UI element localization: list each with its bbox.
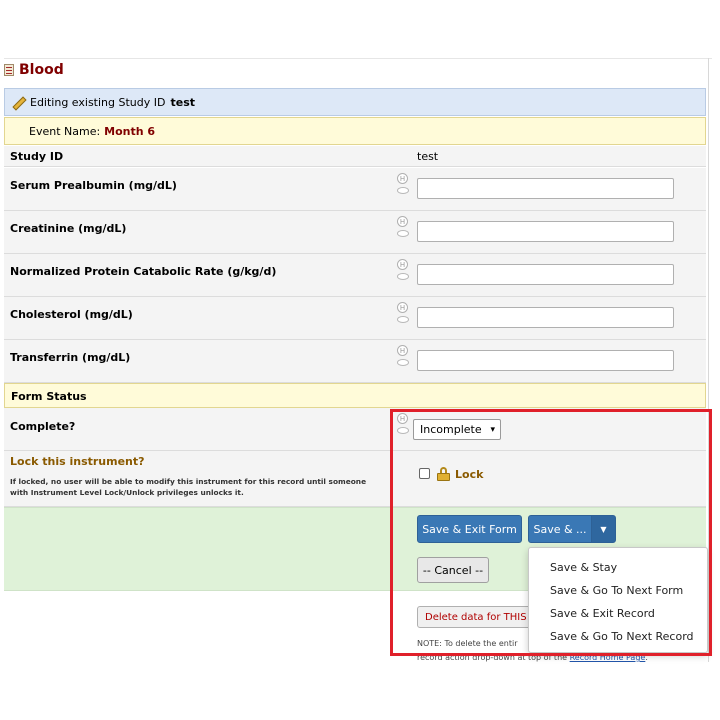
history-icon[interactable]: H xyxy=(397,216,408,227)
lock-description: If locked, no user will be able to modif… xyxy=(10,477,367,497)
menu-item-save-stay[interactable]: Save & Stay xyxy=(529,556,707,579)
form-status-section: Form Status xyxy=(4,383,706,408)
field-row-npcr: Normalized Protein Catabolic Rate (g/kg/… xyxy=(4,254,706,297)
field-row-serum-prealbumin: Serum Prealbumin (mg/dL) H xyxy=(4,168,706,211)
instrument-title: Blood xyxy=(19,62,64,78)
history-icon[interactable]: H xyxy=(397,259,408,270)
chevron-down-icon: ▾ xyxy=(490,425,495,435)
cancel-button[interactable]: -- Cancel -- xyxy=(417,557,489,583)
caret-down-icon: ▼ xyxy=(600,524,607,534)
save-exit-form-button[interactable]: Save & Exit Form xyxy=(417,515,522,543)
field-row-transferrin: Transferrin (mg/dL) H xyxy=(4,340,706,383)
complete-status-value: Incomplete xyxy=(420,423,482,436)
history-icon[interactable]: H xyxy=(397,302,408,313)
record-status-text: Editing existing Study ID xyxy=(30,95,166,109)
study-id-value: test xyxy=(417,150,439,163)
save-options-button[interactable]: Save & ... xyxy=(528,515,592,543)
field-label: Cholesterol (mg/dL) xyxy=(10,308,133,321)
creatinine-input[interactable] xyxy=(417,221,674,242)
field-label: Complete? xyxy=(10,420,76,433)
field-label: Normalized Protein Catabolic Rate (g/kg/… xyxy=(10,265,277,278)
pencil-icon xyxy=(12,96,25,109)
record-home-link[interactable]: Record Home Page xyxy=(570,653,646,662)
event-name: Month 6 xyxy=(104,124,156,138)
comment-icon[interactable] xyxy=(397,187,409,194)
npcr-input[interactable] xyxy=(417,264,674,285)
scroll-edge xyxy=(708,58,709,662)
lock-label: Lock xyxy=(455,468,484,481)
padlock-icon xyxy=(437,467,450,481)
cholesterol-input[interactable] xyxy=(417,307,674,328)
serum-prealbumin-input[interactable] xyxy=(417,178,674,199)
event-bar: Event Name: Month 6 xyxy=(4,117,706,145)
menu-item-save-exit-record[interactable]: Save & Exit Record xyxy=(529,602,707,625)
comment-icon[interactable] xyxy=(397,273,409,280)
field-row-creatinine: Creatinine (mg/dL) H xyxy=(4,211,706,254)
save-options-menu: Save & Stay Save & Go To Next Form Save … xyxy=(528,547,708,653)
field-row-complete: Complete? H xyxy=(4,408,706,451)
save-dropdown-toggle[interactable]: ▼ xyxy=(591,515,616,543)
comment-icon[interactable] xyxy=(397,359,409,366)
lock-checkbox[interactable] xyxy=(419,468,430,479)
section-header: Form Status xyxy=(11,390,87,403)
record-id: test xyxy=(170,95,196,109)
lock-title: Lock this instrument? xyxy=(10,455,145,468)
form-icon xyxy=(4,64,14,76)
field-label: Creatinine (mg/dL) xyxy=(10,222,127,235)
transferrin-input[interactable] xyxy=(417,350,674,371)
comment-icon[interactable] xyxy=(397,316,409,323)
complete-status-select[interactable]: Incomplete ▾ xyxy=(413,419,501,440)
history-icon[interactable]: H xyxy=(397,345,408,356)
field-row-study-id: Study ID test xyxy=(4,146,706,167)
delete-data-button[interactable]: Delete data for THIS f xyxy=(417,606,537,628)
menu-item-save-next-record[interactable]: Save & Go To Next Record xyxy=(529,625,707,648)
record-status-bar: Editing existing Study ID test xyxy=(4,88,706,116)
comment-icon[interactable] xyxy=(397,427,409,434)
field-row-cholesterol: Cholesterol (mg/dL) H xyxy=(4,297,706,340)
comment-icon[interactable] xyxy=(397,230,409,237)
menu-item-save-next-form[interactable]: Save & Go To Next Form xyxy=(529,579,707,602)
history-icon[interactable]: H xyxy=(397,413,408,424)
instrument-header: Blood xyxy=(4,60,64,80)
history-icon[interactable]: H xyxy=(397,173,408,184)
field-label: Transferrin (mg/dL) xyxy=(10,351,131,364)
field-label: Study ID xyxy=(10,150,64,163)
field-label: Serum Prealbumin (mg/dL) xyxy=(10,179,177,192)
event-label: Event Name: xyxy=(29,124,101,138)
